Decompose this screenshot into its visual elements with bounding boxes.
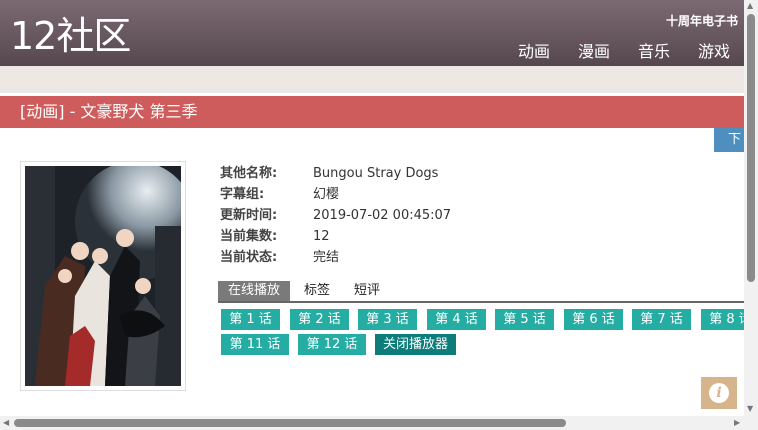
episode-list: 第 1 话 第 2 话 第 3 话 第 4 话 第 5 话 第 6 话 第 7 …	[221, 309, 744, 357]
info-key: 当前集数:	[220, 229, 278, 244]
episode-button-4[interactable]: 第 4 话	[427, 309, 486, 330]
info-row: 当前集数: 12	[220, 226, 451, 247]
info-button[interactable]: i	[701, 377, 737, 409]
page-title-bar: [动画] - 文豪野犬 第三季	[0, 96, 744, 128]
main-nav: 动画 漫画 音乐 游戏	[518, 38, 730, 62]
nav-item-manga[interactable]: 漫画	[578, 38, 610, 62]
scroll-down-icon[interactable]: ▼	[747, 405, 753, 413]
sub-bar	[0, 66, 744, 93]
episode-button-6[interactable]: 第 6 话	[564, 309, 623, 330]
horizontal-scrollbar[interactable]: ◀ ▶	[0, 416, 744, 430]
episode-button-11[interactable]: 第 11 话	[221, 334, 289, 355]
info-row: 当前状态: 完结	[220, 247, 451, 268]
info-row: 更新时间: 2019-07-02 00:45:07	[220, 205, 451, 226]
nav-item-games[interactable]: 游戏	[698, 38, 730, 62]
site-header: 12社区 十周年电子书 动画 漫画 音乐 游戏	[0, 0, 744, 66]
scrollbar-corner	[744, 416, 758, 430]
anime-info: 其他名称: Bungou Stray Dogs 字幕组: 幻樱 更新时间: 20…	[220, 163, 451, 268]
download-button[interactable]: 下载	[714, 128, 744, 152]
episode-button-12[interactable]: 第 12 话	[298, 334, 366, 355]
episode-button-2[interactable]: 第 2 话	[290, 309, 349, 330]
info-row: 其他名称: Bungou Stray Dogs	[220, 163, 451, 184]
site-logo[interactable]: 12社区	[10, 14, 131, 58]
info-value: 2019-07-02 00:45:07	[313, 208, 452, 223]
tab-reviews[interactable]: 短评	[344, 281, 390, 301]
scroll-left-icon[interactable]: ◀	[3, 419, 9, 427]
vertical-scrollbar-thumb[interactable]	[747, 14, 755, 282]
close-player-button[interactable]: 关闭播放器	[375, 334, 456, 355]
info-value: 幻樱	[313, 187, 340, 202]
nav-item-anime[interactable]: 动画	[518, 38, 550, 62]
scroll-up-icon[interactable]: ▲	[747, 2, 753, 10]
scroll-right-icon[interactable]: ▶	[734, 419, 740, 427]
episode-button-8[interactable]: 第 8 话	[701, 309, 744, 330]
info-key: 更新时间:	[220, 208, 278, 223]
info-value: 完结	[313, 250, 340, 265]
page-title: [动画] - 文豪野犬 第三季	[20, 102, 198, 121]
vertical-scrollbar[interactable]: ▲ ▼	[744, 0, 758, 416]
nav-item-music[interactable]: 音乐	[638, 38, 670, 62]
anime-poster	[20, 161, 186, 391]
info-row: 字幕组: 幻樱	[220, 184, 451, 205]
tab-tags[interactable]: 标签	[294, 281, 340, 301]
info-icon: i	[709, 383, 729, 403]
episode-button-7[interactable]: 第 7 话	[632, 309, 691, 330]
anime-poster-image	[25, 166, 181, 386]
info-key: 字幕组:	[220, 187, 265, 202]
episode-button-5[interactable]: 第 5 话	[495, 309, 554, 330]
episode-button-3[interactable]: 第 3 话	[358, 309, 417, 330]
info-key: 当前状态:	[220, 250, 278, 265]
info-key: 其他名称:	[220, 166, 278, 181]
info-value: Bungou Stray Dogs	[313, 166, 439, 181]
info-value: 12	[313, 229, 330, 244]
promo-link[interactable]: 十周年电子书	[666, 12, 738, 29]
episode-button-1[interactable]: 第 1 话	[221, 309, 280, 330]
content-tabs: 在线播放 标签 短评	[218, 281, 744, 303]
horizontal-scrollbar-thumb[interactable]	[14, 419, 566, 427]
tab-online-play[interactable]: 在线播放	[218, 281, 291, 301]
